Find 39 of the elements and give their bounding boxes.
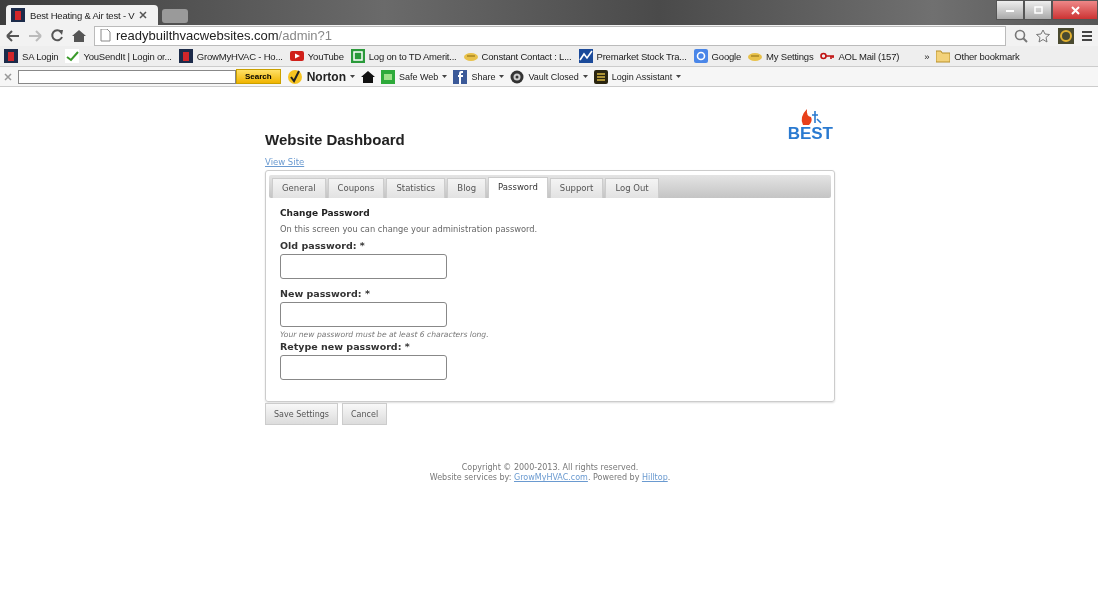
credits-text: Website services by: GrowMyHVAC.com. Powered by Hilltop. — [428, 473, 672, 484]
logo-text: BEST — [787, 125, 833, 142]
bookmark-link[interactable]: GrowMyHVAC - Ho... — [178, 49, 283, 63]
bookmark-link[interactable]: AOL Mail (157) — [820, 49, 900, 63]
tab[interactable]: Support — [549, 178, 604, 198]
toolbar-button[interactable]: Vault Closed — [510, 69, 588, 84]
tab[interactable]: General — [272, 178, 326, 198]
bookmark-link[interactable]: YouSendIt | Login or... — [65, 49, 172, 63]
field-label: Retype new password: * — [280, 341, 411, 352]
tab[interactable]: Blog — [447, 178, 487, 198]
url-text: readybuilthvacwebsites.com/admin?1 — [116, 28, 333, 43]
toolbar-button[interactable]: Login Assistant — [593, 69, 682, 84]
tab[interactable]: Password — [488, 177, 548, 198]
tab[interactable]: Log Out — [605, 178, 659, 198]
field-label: Old password: * — [280, 240, 366, 251]
more-bookmarks-button[interactable]: » — [924, 50, 930, 62]
intro-text: On this screen you can change your administration password. — [280, 224, 539, 234]
address-bar[interactable]: readybuilthvacwebsites.com/admin?1 — [94, 25, 1006, 46]
bookmark-link[interactable]: YouTube — [289, 49, 344, 63]
browser-tab[interactable]: Best Heating & Air test - V — [6, 5, 158, 25]
bookmark-folder[interactable]: Other bookmark — [936, 49, 1020, 63]
toolbar-button[interactable]: Share — [453, 69, 505, 84]
field-label: New password: * — [280, 288, 371, 299]
toolbar-button[interactable]: Norton — [286, 68, 355, 85]
toolbar-button[interactable]: Safe Web — [381, 69, 448, 84]
form-button[interactable]: Save Settings — [265, 403, 338, 425]
tab[interactable]: Statistics — [386, 178, 446, 198]
bookmark-link[interactable]: My Settings — [748, 49, 814, 63]
page-title: Website Dashboard — [265, 131, 405, 148]
section-heading: Change Password — [280, 208, 371, 218]
tab[interactable]: Coupons — [327, 178, 385, 198]
bookmark-link[interactable]: Constant Contact : L... — [463, 49, 572, 63]
bookmark-link[interactable]: Premarket Stock Tra... — [578, 49, 687, 63]
form-button[interactable]: Cancel — [342, 403, 388, 425]
bookmark-link[interactable]: Google — [693, 49, 742, 63]
copyright-text: Copyright © 2000-2013. All rights reserved. — [460, 463, 640, 473]
search-button[interactable]: Search — [236, 69, 281, 84]
bookmark-link[interactable]: Log on to TD Amerit... — [350, 49, 457, 63]
bookmark-link[interactable]: SA Login — [4, 49, 59, 63]
